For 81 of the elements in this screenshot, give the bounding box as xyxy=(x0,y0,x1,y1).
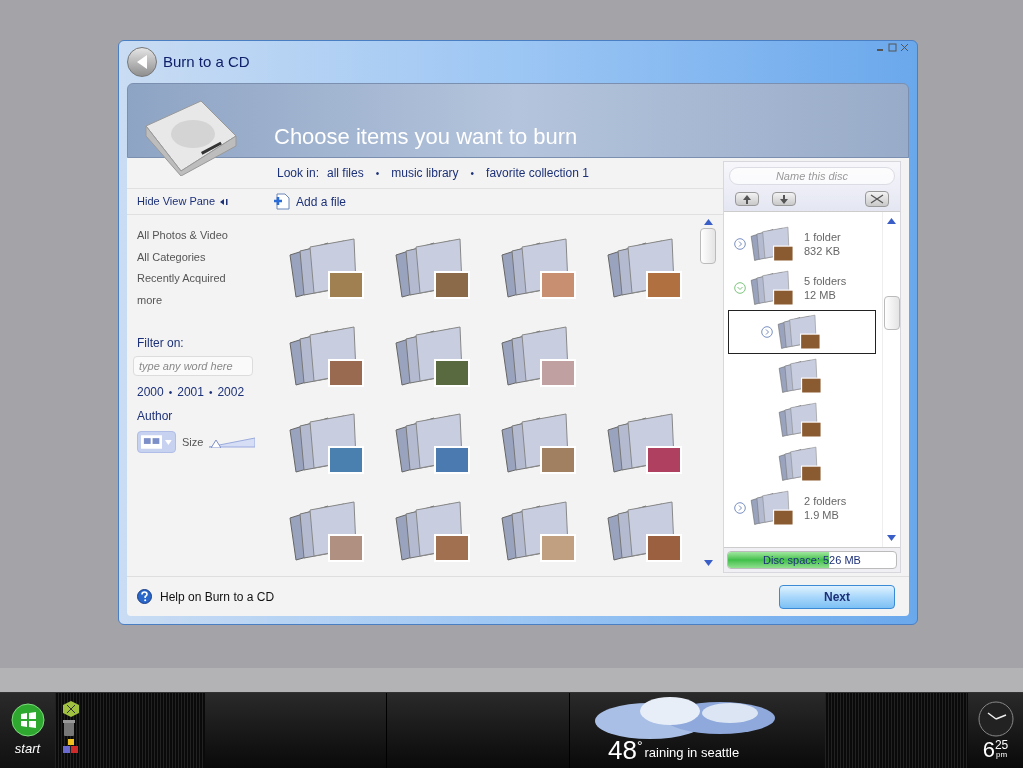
author-link[interactable]: Author xyxy=(137,407,269,425)
next-button[interactable]: Next xyxy=(779,584,895,609)
trash-icon[interactable] xyxy=(63,720,75,736)
scroll-thumb[interactable] xyxy=(700,228,716,264)
scroll-down-icon[interactable] xyxy=(703,560,713,566)
entry-detail: 1.9 MB xyxy=(804,508,840,522)
photo-folder-icon[interactable] xyxy=(777,313,823,351)
photo-folder-icon[interactable] xyxy=(778,357,824,395)
disc-name-input[interactable]: Name this disc xyxy=(729,167,895,185)
help-link[interactable]: Help on Burn to a CD xyxy=(160,587,275,606)
window-title: Burn to a CD xyxy=(163,51,250,72)
filter-label: Filter on: xyxy=(137,335,185,352)
degree-sign: ° xyxy=(636,737,643,756)
add-file-icon xyxy=(273,193,290,210)
chevron-left-icon xyxy=(220,198,229,205)
photo-folder-icon[interactable] xyxy=(750,269,796,307)
photo-folder-icon[interactable] xyxy=(778,401,824,439)
size-slider[interactable] xyxy=(209,436,256,448)
look-in-link[interactable]: all files xyxy=(327,164,364,182)
filter-input[interactable]: type any word here xyxy=(133,356,253,376)
temperature: 48 xyxy=(608,736,637,764)
add-file-button[interactable]: Add a file xyxy=(273,192,347,211)
look-in-link[interactable]: favorite collection 1 xyxy=(486,164,589,182)
expand-icon[interactable] xyxy=(734,238,746,250)
photo-folder-icon[interactable] xyxy=(750,225,796,263)
photo-folder-icon[interactable] xyxy=(778,445,824,483)
clock-minutes: 25 xyxy=(994,738,1009,751)
year-link[interactable]: 2002 xyxy=(217,383,245,401)
clock-hour: 6 xyxy=(982,738,995,761)
gadget-icon[interactable] xyxy=(63,701,79,717)
down-arrow-icon xyxy=(780,194,788,204)
hide-view-pane-button[interactable]: Hide View Pane xyxy=(137,193,273,210)
expand-icon[interactable] xyxy=(761,326,773,338)
entry-detail: 12 MB xyxy=(804,288,837,302)
photo-folder-icon[interactable] xyxy=(750,489,796,527)
scroll-up-icon[interactable] xyxy=(703,219,713,225)
move-down-button[interactable] xyxy=(772,192,796,206)
year-link[interactable]: 2001 xyxy=(177,383,204,401)
entry-detail: 832 KB xyxy=(804,244,841,258)
remove-button[interactable] xyxy=(865,191,889,207)
separator-dot: • xyxy=(168,385,173,400)
windows-logo-icon xyxy=(10,702,45,737)
size-label: Size xyxy=(182,434,204,450)
slider-thumb[interactable] xyxy=(211,440,222,448)
close-icon[interactable] xyxy=(900,43,909,52)
year-link[interactable]: 2000 xyxy=(137,383,164,401)
close-icon xyxy=(870,194,884,204)
expand-icon[interactable] xyxy=(734,502,746,514)
up-arrow-icon xyxy=(743,194,751,204)
back-arrow-icon xyxy=(135,54,149,70)
disc-entry[interactable]: 2 folders 1.9 MB xyxy=(730,486,882,530)
entry-detail: 1 folder xyxy=(804,230,841,244)
scroll-down-icon[interactable] xyxy=(887,535,896,541)
disc-entry[interactable]: 1 folder 832 KB xyxy=(730,222,882,266)
scroll-up-icon[interactable] xyxy=(887,218,896,224)
sidebar-item[interactable]: more xyxy=(137,291,269,308)
disc-entry[interactable]: 5 folders 12 MB xyxy=(730,266,882,310)
back-button[interactable] xyxy=(127,47,157,77)
entry-detail: 5 folders xyxy=(804,274,847,288)
clock-icon xyxy=(977,700,1014,737)
thumbnail-view-icon xyxy=(141,435,163,449)
sidebar-item[interactable]: Recently Acquired xyxy=(137,270,269,287)
scroll-thumb[interactable] xyxy=(883,296,900,330)
weather-condition: raining in seattle xyxy=(644,743,740,762)
clock-period: pm xyxy=(996,750,1008,759)
page-heading: Choose items you want to burn xyxy=(274,123,578,151)
separator-dot: • xyxy=(375,166,380,181)
look-in-label: Look in: xyxy=(277,165,320,182)
separator-dot: • xyxy=(470,166,475,181)
move-up-button[interactable] xyxy=(735,192,759,206)
sidebar-item[interactable]: All Photos & Video xyxy=(137,227,269,244)
look-in-link[interactable]: music library xyxy=(391,164,459,182)
sidebar-item[interactable]: All Categories xyxy=(137,248,269,265)
disc-entry[interactable] xyxy=(728,310,876,354)
cubes-icon[interactable] xyxy=(63,739,79,753)
separator-dot: • xyxy=(208,385,213,400)
view-mode-button[interactable] xyxy=(137,431,176,453)
help-icon[interactable] xyxy=(137,589,152,604)
entry-detail: 2 folders xyxy=(804,494,847,508)
start-button[interactable]: start xyxy=(0,693,55,768)
caret-icon xyxy=(165,439,172,445)
